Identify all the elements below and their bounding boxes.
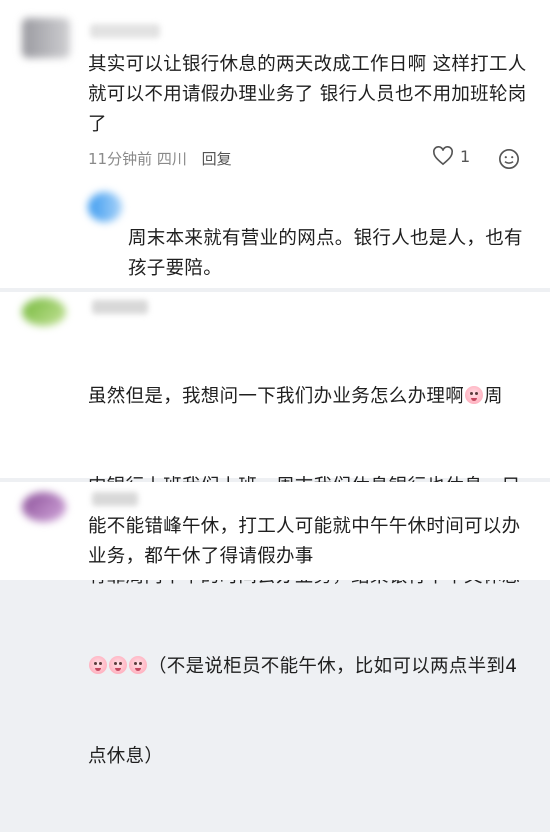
avatar[interactable]	[22, 18, 70, 58]
like-count: 1	[460, 146, 471, 166]
emoji-reaction-icon[interactable]	[498, 148, 520, 170]
like-button[interactable]: 1	[432, 146, 470, 166]
heart-icon	[433, 146, 453, 166]
crying-face-emoji	[129, 656, 147, 674]
reply-button[interactable]: 回复	[202, 150, 232, 168]
comment-text-line1: 虽然但是，我想问一下我们办业务怎么办理啊	[88, 386, 465, 407]
crying-face-emoji	[109, 656, 127, 674]
crying-face-emoji	[465, 386, 484, 404]
comment-meta: 11分钟前 四川 回复	[88, 148, 232, 169]
username-blurred[interactable]	[92, 300, 148, 314]
comment-text-line4: （不是说柜员不能午休，比如可以两点半到4	[148, 656, 518, 677]
username-blurred[interactable]	[90, 24, 160, 38]
username-blurred[interactable]	[92, 492, 138, 506]
comment-text: 其实可以让银行休息的两天改成工作日啊 这样打工人就可以不用请假办理业务了 银行人…	[88, 54, 527, 135]
comment-card-3: 能不能错峰午休，打工人可能就中午午休时间可以办业务，都午休了得请假办事	[0, 482, 550, 580]
comment-location: 四川	[156, 150, 187, 168]
comment-time: 11分钟前	[88, 150, 153, 168]
reply-avatar[interactable]	[88, 192, 122, 222]
comment-card-2: 虽然但是，我想问一下我们办业务怎么办理啊周 内银行上班我们上班，周末我们休息银行…	[0, 292, 550, 767]
avatar[interactable]	[22, 492, 66, 522]
reply-text: 周末本来就有营业的网点。银行人也是人，也有孩子要陪。	[128, 228, 523, 279]
crying-face-emoji	[89, 656, 107, 674]
comment-text-line1b: 周	[484, 386, 503, 407]
comment-text: 能不能错峰午休，打工人可能就中午午休时间可以办业务，都午休了得请假办事	[88, 516, 521, 567]
comment-card-1: 其实可以让银行休息的两天改成工作日啊 这样打工人就可以不用请假办理业务了 银行人…	[0, 0, 550, 288]
comment-text-line5: 点休息）	[88, 746, 164, 767]
avatar[interactable]	[22, 298, 66, 326]
